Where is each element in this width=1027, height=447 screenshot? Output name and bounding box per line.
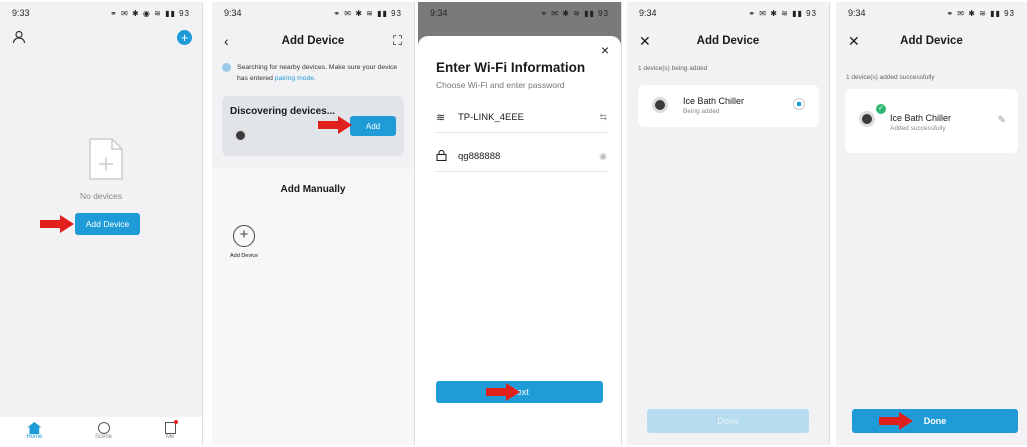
home-icon — [27, 422, 42, 434]
bottom-nav: Home Scene Me — [0, 417, 202, 445]
empty-label: No devices — [79, 191, 123, 201]
screen-home: 9:33 ⚭ ✉ ✱ ◉ ≋ ▮▮ 93 + No devices Add De… — [0, 2, 203, 445]
status-bar: 9:34 ⚭ ✉ ✱ ≋ ▮▮ 93 — [836, 2, 1027, 24]
status-time: 9:34 — [430, 8, 448, 18]
nav-scene-label: Scene — [95, 434, 113, 440]
manual-section: Add Manually + Add Device — [212, 169, 414, 445]
page-title: Add Device — [900, 35, 963, 47]
loading-spinner-icon — [793, 98, 805, 110]
ssid-value: TP-LINK_4EEE — [458, 112, 524, 123]
success-check-icon: ✓ — [875, 103, 887, 115]
pointer-arrow — [318, 116, 352, 134]
wifi-sheet: × Enter Wi-Fi Information Choose Wi-Fi a… — [418, 36, 621, 445]
back-icon[interactable]: ‹ — [224, 33, 229, 49]
device-status: Added successfully — [890, 125, 946, 132]
done-button-disabled[interactable]: Done — [647, 409, 809, 433]
manual-add-device-item[interactable]: + Add Device — [230, 225, 258, 259]
device-card: Ice Bath Chiller Being added — [638, 85, 819, 127]
count-text: 1 device(s) being added — [638, 65, 708, 72]
wifi-title: Enter Wi-Fi Information — [436, 60, 586, 75]
pointer-arrow — [486, 383, 520, 401]
wifi-icon: ≋ — [436, 112, 446, 124]
status-icons: ⚭ ✉ ✱ ≋ ▮▮ 93 — [333, 8, 402, 18]
nav-me[interactable]: Me — [164, 420, 178, 440]
header: ‹ Add Device ⛶ — [212, 28, 414, 54]
close-icon[interactable]: ✕ — [639, 33, 651, 50]
screen-added-success: 9:34 ⚭ ✉ ✱ ≋ ▮▮ 93 ✕ Add Device 1 device… — [836, 2, 1027, 445]
close-icon[interactable]: ✕ — [848, 33, 860, 50]
status-icons: ⚭ ✉ ✱ ≋ ▮▮ 93 — [748, 8, 817, 18]
status-bar: 9:33 ⚭ ✉ ✱ ◉ ≋ ▮▮ 93 — [0, 2, 202, 24]
screen-add-device: 9:34 ⚭ ✉ ✱ ≋ ▮▮ 93 ‹ Add Device ⛶ Search… — [212, 2, 415, 445]
header: ✕ Add Device — [836, 28, 1027, 54]
ssid-row[interactable]: ≋ TP-LINK_4EEE ⇆ — [436, 103, 607, 133]
count-text: 1 device(s) added successfully — [846, 74, 935, 81]
manual-title: Add Manually — [280, 184, 346, 195]
manual-add-label: Add Device — [230, 253, 259, 259]
pointer-arrow — [40, 215, 74, 233]
lock-icon — [436, 148, 454, 166]
device-name: Ice Bath Chiller — [890, 113, 952, 123]
circle-plus-icon: + — [233, 225, 256, 247]
edit-pencil-icon[interactable]: ✎ — [998, 115, 1006, 126]
profile-icon[interactable] — [12, 30, 26, 44]
page-title: Add Device — [696, 35, 760, 47]
status-time: 9:33 — [12, 8, 30, 18]
device-status: Being added — [683, 108, 720, 115]
close-icon[interactable]: × — [601, 42, 609, 58]
password-row[interactable]: qg888888 ◉ — [436, 142, 607, 172]
status-icons: ⚭ ✉ ✱ ≋ ▮▮ 93 — [540, 8, 609, 18]
nav-home-label: Home — [26, 434, 43, 440]
status-bar: 9:34 ⚭ ✉ ✱ ≋ ▮▮ 93 — [212, 2, 414, 24]
pointer-arrow — [879, 412, 913, 430]
nav-scene[interactable]: Scene — [95, 422, 112, 440]
spinner-icon — [222, 63, 231, 72]
status-icons: ⚭ ✉ ✱ ◉ ≋ ▮▮ 93 — [110, 8, 190, 18]
status-bar: 9:34 ⚭ ✉ ✱ ≋ ▮▮ 93 — [627, 2, 829, 24]
me-icon — [164, 420, 178, 434]
switch-network-icon[interactable]: ⇆ — [599, 112, 607, 123]
scene-icon — [97, 422, 110, 434]
status-time: 9:34 — [848, 8, 866, 18]
screen-being-added: 9:34 ⚭ ✉ ✱ ≋ ▮▮ 93 ✕ Add Device 1 device… — [627, 2, 830, 445]
status-time: 9:34 — [224, 8, 242, 18]
nav-me-label: Me — [166, 434, 175, 440]
scan-icon[interactable]: ⛶ — [393, 33, 402, 49]
device-thumb-icon[interactable] — [234, 129, 247, 142]
empty-file-icon — [88, 137, 124, 181]
add-found-device-button[interactable]: Add — [350, 116, 396, 136]
status-bar: 9:34 ⚭ ✉ ✱ ≋ ▮▮ 93 — [418, 2, 621, 24]
device-name: Ice Bath Chiller — [683, 96, 745, 106]
screen-wifi: 9:34 ⚭ ✉ ✱ ≋ ▮▮ 93 × Enter Wi-Fi Informa… — [418, 2, 622, 445]
discovering-card: Discovering devices... Add — [222, 96, 404, 156]
device-card: ✓ Ice Bath Chiller Added successfully ✎ — [845, 89, 1018, 153]
searching-text: Searching for nearby devices. Make sure … — [237, 64, 398, 82]
password-value: qg888888 — [458, 151, 501, 162]
chiller-icon — [652, 97, 668, 113]
status-icons: ⚭ ✉ ✱ ≋ ▮▮ 93 — [946, 8, 1015, 18]
add-plus-icon[interactable]: + — [177, 30, 192, 45]
pairing-mode-link[interactable]: pairing mode. — [275, 75, 316, 82]
chiller-icon — [859, 111, 875, 127]
show-password-icon[interactable]: ◉ — [599, 151, 607, 162]
wifi-subtitle: Choose Wi-Fi and enter password — [436, 80, 565, 90]
page-title: Add Device — [281, 35, 345, 47]
status-time: 9:34 — [639, 8, 657, 18]
done-button[interactable]: Done — [852, 409, 1018, 433]
searching-notice: Searching for nearby devices. Make sure … — [222, 62, 406, 84]
add-device-button[interactable]: Add Device — [75, 213, 140, 235]
header: ✕ Add Device — [627, 28, 829, 54]
nav-home[interactable]: Home — [26, 422, 42, 440]
